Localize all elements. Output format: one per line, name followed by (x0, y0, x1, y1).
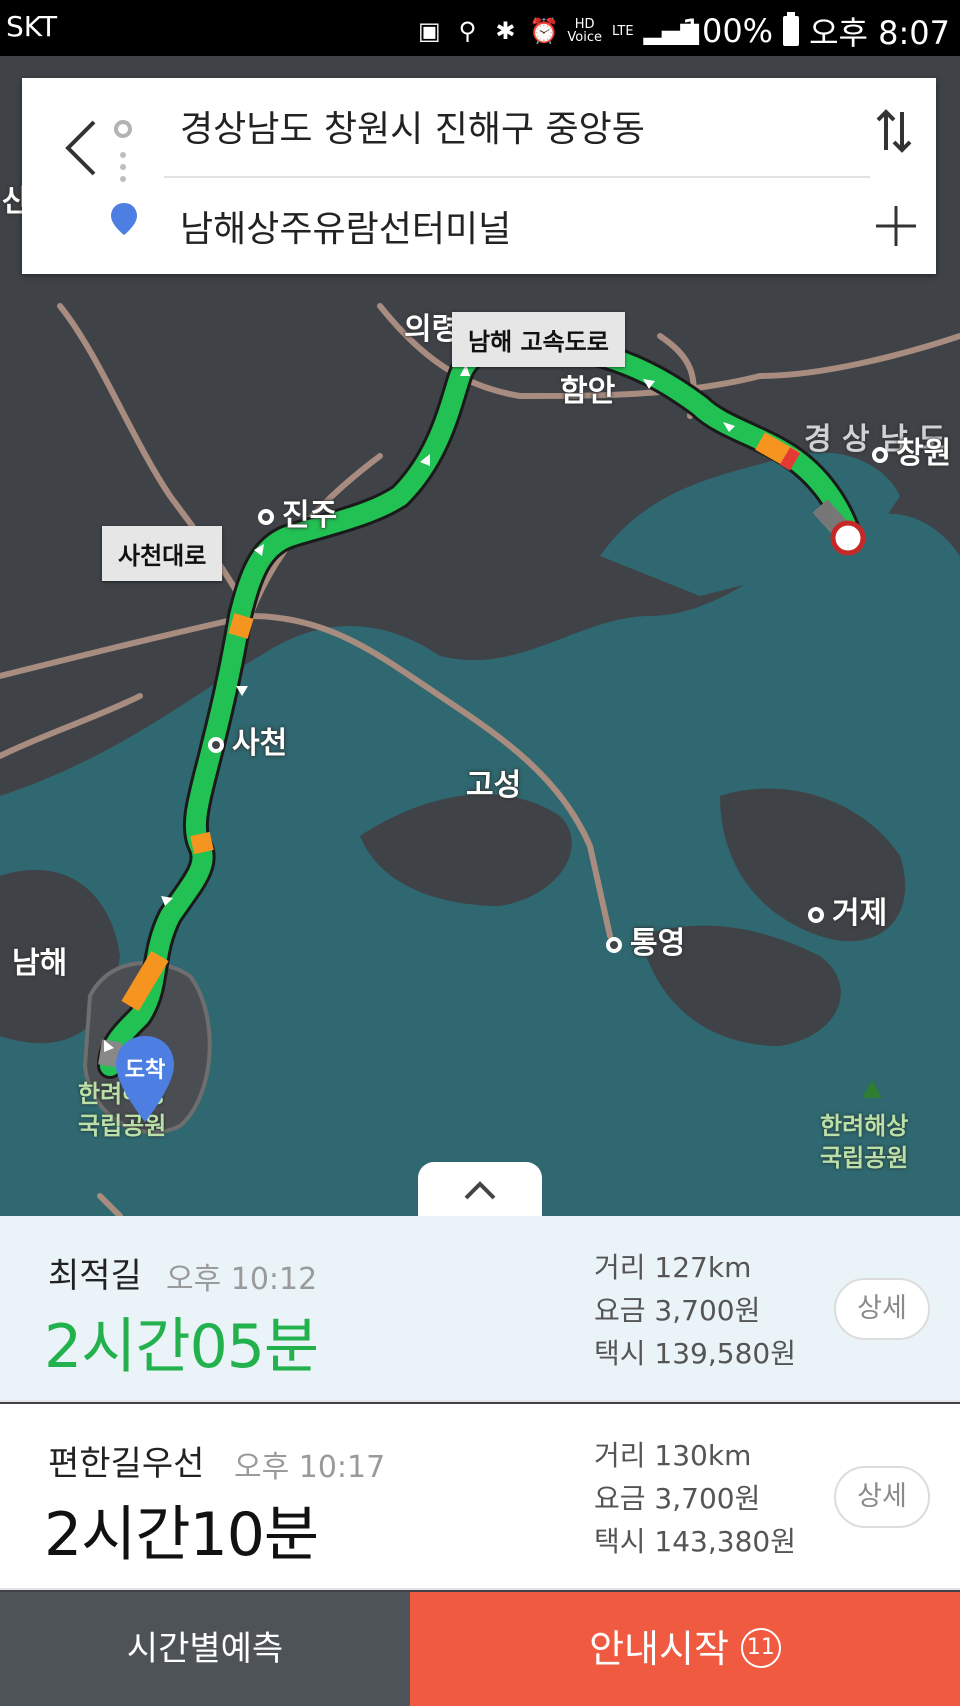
park-label-east: 한려해상 국립공원 (820, 1112, 909, 1172)
route-option-comfort[interactable]: 편한길우선 오후 10:17 2시간10분 거리 130km 요금 3,700원… (0, 1404, 960, 1590)
route-eta: 오후 10:17 (234, 1450, 386, 1485)
route-distance: 거리 130km (594, 1439, 752, 1472)
place-label-jinju: 진주 (258, 490, 337, 534)
route-option-optimal[interactable]: 최적길 오후 10:12 2시간05분 거리 127km 요금 3,700원 택… (0, 1216, 960, 1402)
destination-field[interactable]: 남해상주유람선터미널 (180, 200, 511, 252)
countdown-badge: 11 (740, 1627, 781, 1668)
back-icon[interactable] (60, 118, 104, 178)
bluetooth-icon: ✱ (495, 17, 516, 45)
swap-icon[interactable] (872, 106, 916, 156)
status-bar: SKT ▣ ⚲ ✱ ⏰ HD Voice LTE ▂▄▆ 100% 오후 8:07 (0, 0, 960, 56)
city-dot-icon (208, 736, 224, 753)
sim-icon: ▣ (418, 17, 441, 45)
route-toll: 요금 3,700원 (594, 1482, 761, 1515)
detail-button[interactable]: 상세 (834, 1466, 930, 1528)
place-label-haman: 함안 (560, 374, 616, 409)
route-toll: 요금 3,700원 (594, 1294, 761, 1327)
place-label-namhae: 남해 (12, 946, 68, 981)
route-congestion-segment (779, 447, 801, 471)
carrier-label: SKT (6, 10, 58, 43)
start-navigation-label: 안내시작 (589, 1627, 729, 1671)
route-taxi-fare: 택시 143,380원 (594, 1525, 796, 1558)
place-label-sacheon: 사천 (208, 718, 287, 762)
city-dot-icon (808, 906, 824, 923)
hd-voice-icon: HD Voice (567, 17, 602, 45)
route-taxi-fare: 택시 139,580원 (594, 1337, 796, 1370)
road-label-sacheon-daero: 사천대로 (102, 526, 223, 581)
route-search-box: 경상남도 창원시 진해구 중앙동 남해상주유람선터미널 (22, 78, 936, 274)
start-navigation-button[interactable]: 안내시작 11 (410, 1592, 960, 1706)
route-eta: 오후 10:12 (166, 1262, 318, 1297)
route-dots-icon (120, 152, 126, 192)
time-forecast-button[interactable]: 시간별예측 (0, 1592, 410, 1706)
clock: 오후 8:07 (809, 14, 950, 52)
place-label-goseong: 고성 (466, 768, 522, 803)
arrival-label: 도착 (124, 1058, 166, 1083)
origin-marker (830, 520, 866, 556)
bottom-action-bar: 시간별예측 안내시작 11 (0, 1592, 960, 1706)
route-duration: 2시간05분 (44, 1312, 319, 1382)
location-icon: ⚲ (458, 17, 477, 45)
lte-icon: LTE (611, 23, 634, 39)
route-duration: 2시간10분 (44, 1500, 319, 1570)
route-congestion-segment (190, 831, 214, 855)
route-info: 거리 127km 요금 3,700원 택시 139,580원 (594, 1246, 796, 1375)
city-dot-icon (872, 446, 888, 463)
chevron-up-icon (464, 1181, 496, 1200)
detail-button[interactable]: 상세 (834, 1278, 930, 1340)
alarm-icon: ⏰ (529, 17, 560, 45)
battery-percent: 100% (681, 12, 774, 50)
arrival-marker[interactable]: 도착 (114, 1034, 176, 1126)
road-label-namhae-expressway: 남해 고속도로 (452, 312, 625, 367)
route-info: 거리 130km 요금 3,700원 택시 143,380원 (594, 1434, 796, 1563)
destination-pin-icon (111, 203, 137, 235)
battery-icon (783, 12, 800, 46)
city-dot-icon (606, 936, 622, 953)
place-label-changwon: 창원 (872, 428, 951, 472)
route-name: 최적길 (48, 1256, 142, 1296)
divider (164, 176, 870, 178)
route-distance: 거리 127km (594, 1251, 752, 1284)
expand-panel-handle[interactable] (418, 1162, 542, 1218)
signal-icon: ▂▄▆ (643, 17, 699, 45)
place-label-tongyeong: 통영 (606, 918, 685, 962)
city-dot-icon (258, 508, 274, 525)
origin-dot-icon (114, 120, 132, 138)
status-icons: ▣ ⚲ ✱ ⏰ HD Voice LTE ▂▄▆ 100% 오후 8:07 (415, 8, 950, 54)
route-name: 편한길우선 (48, 1444, 205, 1484)
place-label-uiryeong: 의령 (404, 312, 460, 347)
place-label-geoje: 거제 (808, 888, 887, 932)
origin-field[interactable]: 경상남도 창원시 진해구 중앙동 (180, 100, 645, 152)
route-congestion-segment (228, 613, 254, 639)
add-waypoint-icon[interactable] (874, 204, 918, 248)
